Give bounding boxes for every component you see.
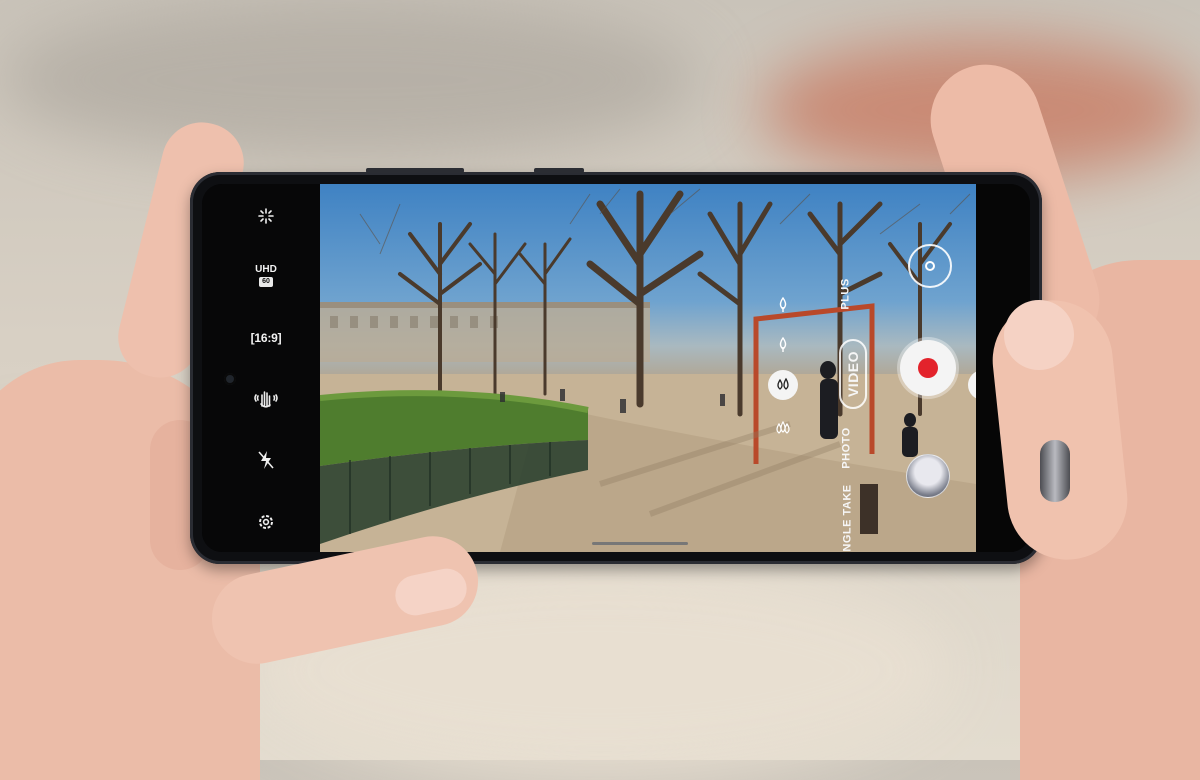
power-button	[534, 168, 584, 173]
zoom-tree-icon[interactable]	[772, 334, 794, 356]
camera-viewfinder[interactable]: PLUS VIDEO PHOTO NGLE TAKE	[320, 184, 976, 552]
volume-button	[366, 168, 464, 173]
gallery-thumbnail[interactable]	[906, 454, 950, 498]
park-scene	[320, 188, 976, 552]
zoom-tree-triple-icon[interactable]	[772, 418, 794, 440]
smartphone: UHD 60 [16:9] PLUS VIDEO PHOTO NGLE TAKE	[190, 168, 1042, 564]
aspect-ratio-label: [16:9]	[250, 331, 282, 345]
phone-screen: UHD 60 [16:9] PLUS VIDEO PHOTO NGLE TAKE	[202, 184, 1030, 552]
resolution-label: UHD	[255, 264, 277, 275]
home-indicator	[592, 542, 688, 545]
gear-icon[interactable]	[246, 508, 286, 536]
switch-camera-icon[interactable]	[908, 244, 952, 288]
record-icon	[918, 358, 938, 378]
sparkle-icon[interactable]	[246, 202, 286, 230]
right-thumb-nail	[1004, 300, 1074, 370]
fps-badge: 60	[259, 277, 273, 287]
front-camera-hole	[224, 373, 236, 385]
aspect-ratio-toggle[interactable]: [16:9]	[246, 324, 286, 352]
flash-off-icon[interactable]	[246, 446, 286, 474]
mode-single-take[interactable]: NGLE TAKE	[842, 484, 854, 551]
zoom-tree-double-icon-active[interactable]	[768, 370, 798, 400]
resolution-toggle[interactable]: UHD 60	[246, 262, 286, 290]
hand-shake-icon[interactable]	[246, 384, 286, 412]
background-trees	[0, 0, 700, 160]
mode-plus[interactable]: PLUS	[840, 278, 852, 309]
mode-photo[interactable]: PHOTO	[841, 427, 853, 468]
record-button[interactable]	[900, 340, 956, 396]
wedding-ring	[1040, 440, 1070, 502]
zoom-tree-icon[interactable]	[772, 294, 794, 316]
aspect-ratio-value: 16:9	[254, 331, 278, 345]
mode-video[interactable]: VIDEO	[839, 338, 868, 410]
camera-settings-rail: UHD 60 [16:9]	[202, 184, 320, 552]
